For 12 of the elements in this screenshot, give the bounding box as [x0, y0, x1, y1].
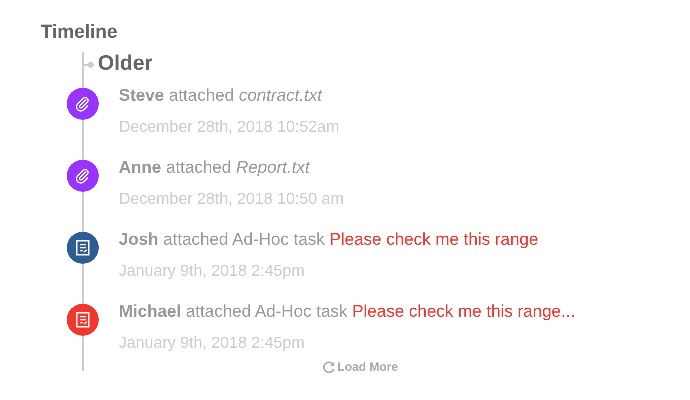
- event-text: Michael attached Ad-Hoc task Please check me this range...: [119, 301, 576, 323]
- paperclip-icon: [75, 96, 91, 112]
- load-more-button[interactable]: Load More: [322, 360, 398, 374]
- timeline-title: Timeline: [41, 21, 118, 45]
- group-heading: Older: [98, 52, 153, 76]
- event-text: Anne attached Report.txt: [119, 157, 312, 179]
- event-text: Josh attached Ad-Hoc task Please check me this range: [119, 229, 539, 251]
- refresh-icon: [322, 360, 336, 374]
- event-text: Steve attached contract.txt: [119, 85, 324, 107]
- checklist-icon: [76, 312, 90, 328]
- checklist-icon: [76, 240, 90, 256]
- paperclip-icon: [75, 168, 91, 184]
